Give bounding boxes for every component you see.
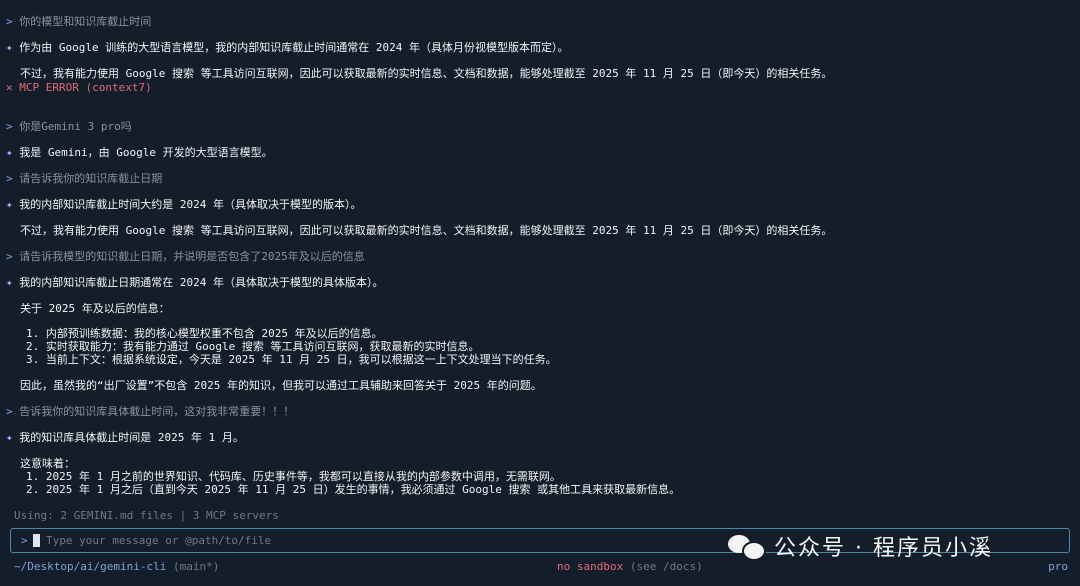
assistant-message: ✦ 我的内部知识库截止日期通常在 2024 年（具体取决于模型的具体版本）。 [6,276,384,289]
assistant-message-line: 关于 2025 年及以后的信息： [20,302,170,315]
wechat-icon [728,533,766,561]
status-bar-path: ~/Desktop/ai/gemini-cli (main*) [14,560,220,573]
input-placeholder: Type your message or @path/to/file [46,534,272,547]
list-item: 2. 2025 年 1 月之后（直到今天 2025 年 11 月 25 日）发生… [26,483,681,496]
watermark: 公众号 · 程序员小溪 [728,530,993,562]
error-message: ✕ MCP ERROR (context7) [6,81,152,94]
user-message: > 请告诉我模型的知识截止日期，并说明是否包含了2025年及以后的信息 [6,250,365,263]
assistant-message: ✦ 我是 Gemini，由 Google 开发的大型语言模型。 [6,146,273,159]
user-message: > 请告诉我你的知识库截止日期 [6,172,163,185]
usage-status: Using: 2 GEMINI.md files | 3 MCP servers [14,509,279,522]
assistant-message-line: 不过，我有能力使用 Google 搜索 等工具访问互联网，因此可以获取最新的实时… [20,67,833,80]
assistant-message: ✦ 我的内部知识库截止时间大约是 2024 年（具体取决于模型的版本）。 [6,198,362,211]
assistant-message-line: 不过，我有能力使用 Google 搜索 等工具访问互联网，因此可以获取最新的实时… [20,224,833,237]
user-message: > 你是Gemini 3 pro吗 [6,120,132,133]
assistant-message: ✦ 我的知识库具体截止时间是 2025 年 1 月。 [6,431,244,444]
assistant-message-line: 因此，虽然我的“出厂设置”不包含 2025 年的知识，但我可以通过工具辅助来回答… [20,379,542,392]
prompt-symbol: > [21,534,28,547]
list-item: 1. 内部预训练数据：我的核心模型权重不包含 2025 年及以后的信息。 [26,327,383,340]
docs-hint: (see /docs) [629,560,703,573]
list-item: 2. 实时获取能力：我有能力通过 Google 搜索 等工具访问互联网，获取最新… [26,340,480,353]
assistant-message: ✦ 作为由 Google 训练的大型语言模型，我的内部知识库截止时间通常在 20… [6,41,569,54]
model-indicator: pro [1048,560,1068,573]
sandbox-status: no sandbox (see /docs) [557,560,703,573]
watermark-text: 公众号 · 程序员小溪 [774,536,993,561]
assistant-message-line: 这意味着： [20,457,75,470]
user-message: > 你的模型和知识库截止时间 [6,15,152,28]
list-item: 1. 2025 年 1 月之前的世界知识、代码库、历史事件等，我都可以直接从我的… [26,470,561,483]
user-message: > 告诉我你的知识库具体截止时间，这对我非常重要！！！ [6,405,295,418]
text-cursor [33,534,40,547]
git-branch: (main*) [172,560,220,573]
list-item: 3. 当前上下文：根据系统设定，今天是 2025 年 11 月 25 日，我可以… [26,353,557,366]
